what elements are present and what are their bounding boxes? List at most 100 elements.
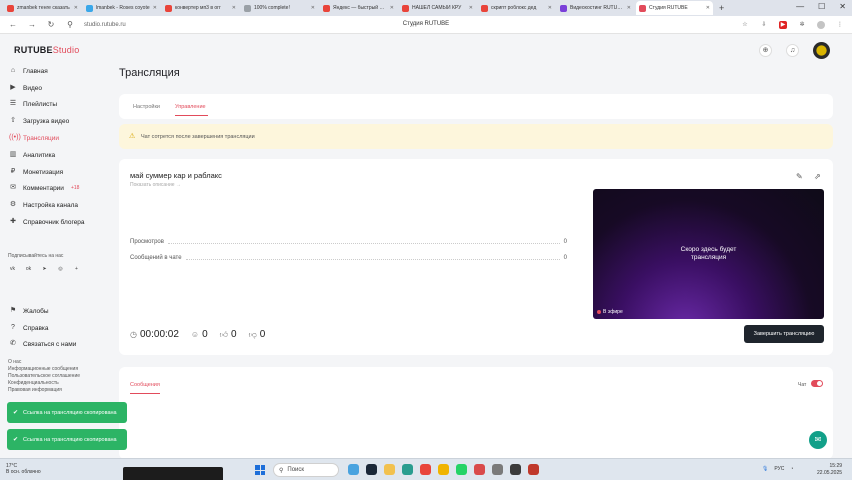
start-icon[interactable] [255, 465, 265, 475]
close-tab-icon[interactable]: ✕ [232, 5, 236, 11]
stream-title: май суммер кар и раблакс [130, 171, 222, 180]
widgets-icon[interactable] [348, 464, 359, 475]
browser-tab[interactable]: скрипт роблокс дед ✕ [478, 1, 555, 15]
close-tab-icon[interactable]: ✕ [390, 5, 394, 11]
browser-tab[interactable]: конвертер мп3 в огг ✕ [162, 1, 239, 15]
network-icon[interactable]: ◔ [790, 466, 793, 472]
stream-card: май суммер кар и раблакс Показать описан… [119, 159, 833, 355]
close-tab-icon[interactable]: ✕ [311, 5, 315, 11]
whatsapp-icon[interactable] [456, 464, 467, 475]
tab-control[interactable]: Управление [175, 104, 206, 110]
footer-link[interactable]: Информационные сообщения [8, 366, 80, 373]
system-tray: 🎙︎ РУС ◔ [762, 466, 793, 472]
chat-toggle[interactable] [811, 380, 823, 387]
viewers-count: ☺ 0 [190, 329, 208, 340]
viber-icon[interactable]: ◎ [56, 265, 65, 274]
ok-icon[interactable]: ok [24, 265, 33, 274]
sidebar-item[interactable]: ⚑ Жалобы [9, 306, 49, 316]
browser-tab[interactable]: НАШЁЛ САМЫЙ КРУ ✕ [399, 1, 476, 15]
vk-icon[interactable]: vk [8, 265, 17, 274]
stat-label: Просмотров [130, 239, 164, 245]
app-icon[interactable] [528, 464, 539, 475]
studio-app: RUTUBEStudio ⊕ ♫ ⌂ Главная ▶ Видео ☰ Плейлист… [0, 34, 852, 459]
mic-icon[interactable]: 🎙︎ [762, 466, 768, 472]
support-chat-icon[interactable]: ✉ [809, 431, 827, 449]
footer-links: О нас Информационные сообщения Пользовател… [8, 359, 80, 394]
sidebar-item[interactable]: ✚ Справочник блогера [9, 217, 84, 227]
footer-link[interactable]: Пользовательское соглашение [8, 373, 80, 380]
check-icon: ✔ [13, 437, 19, 443]
new-tab-icon[interactable]: + [719, 3, 724, 13]
close-tab-icon[interactable]: ✕ [153, 5, 157, 11]
close-tab-icon[interactable]: ✕ [706, 5, 710, 11]
tab-messages[interactable]: Сообщения [130, 382, 160, 388]
sidebar-item[interactable]: ((•)) Трансляции [9, 133, 59, 143]
browser-tab[interactable]: Яндекс — быстрый пои ✕ [320, 1, 397, 15]
sidebar-item[interactable]: ▶ Видео [9, 83, 42, 93]
tab-favicon [165, 4, 172, 12]
like-icon: 👍︎ [219, 329, 229, 339]
browser-tab[interactable]: Видеохостинг RUTUBE ✕ [557, 1, 634, 15]
dislike-icon: 👎︎ [248, 329, 257, 339]
stream-preview[interactable]: Скоро здесь будет трансляция В эфире [593, 189, 824, 319]
close-tab-icon[interactable]: ✕ [74, 5, 78, 11]
edge-icon[interactable] [402, 464, 413, 475]
app-icon[interactable] [492, 464, 503, 475]
tab-settings[interactable]: Настройки [133, 104, 160, 110]
close-tab-icon[interactable]: ✕ [469, 5, 473, 11]
sidebar-item-label: Жалобы [23, 307, 49, 315]
sidebar-item[interactable]: ⇧ Загрузка видео [9, 116, 69, 126]
dislikes-count: 👎︎ 0 [248, 329, 266, 340]
page-title: Трансляция [119, 67, 180, 79]
sidebar-item[interactable]: ₽ Монетизация [9, 167, 63, 177]
sidebar-item-label: Настройка канала [23, 201, 79, 209]
chrome-icon[interactable] [420, 464, 431, 475]
sidebar-item[interactable]: ⚙ Настройка канала [9, 200, 78, 210]
upload-top-icon[interactable]: ⊕ [759, 44, 772, 57]
app-icon[interactable] [474, 464, 485, 475]
preview-text: Скоро здесь будет трансляция [680, 246, 737, 261]
tab-favicon [7, 4, 14, 12]
open-external-icon[interactable]: ⇗ [814, 172, 821, 181]
avatar[interactable] [813, 42, 830, 59]
rutube-studio-logo[interactable]: RUTUBEStudio [14, 45, 79, 55]
sidebar-item[interactable]: ✉ Комментарии +18 [9, 183, 79, 193]
taskbar-search[interactable]: ⚲ Поиск [273, 463, 339, 477]
sidebar-item-label: Монетизация [23, 168, 64, 176]
language-indicator[interactable]: РУС [774, 466, 784, 472]
weather-widget[interactable]: 17°C В осн. облачно [6, 463, 41, 475]
telegram-icon[interactable]: ➤ [40, 265, 49, 274]
close-tab-icon[interactable]: ✕ [627, 5, 631, 11]
notifications-icon[interactable]: ♫ [786, 44, 799, 57]
more-socials-icon[interactable]: + [72, 265, 81, 274]
maximize-icon[interactable]: ☐ [818, 2, 825, 11]
footer-link[interactable]: Конфиденциальность [8, 380, 80, 387]
steam-icon[interactable] [366, 464, 377, 475]
sidebar-item[interactable]: ▥ Аналитика [9, 150, 56, 160]
browser-tab[interactable]: lmanbek - Roses coyote ✕ [83, 1, 160, 15]
browser-tab[interactable]: Студия RUTUBE ✕ [636, 1, 713, 15]
sidebar-item[interactable]: ✆ Связаться с нами [9, 339, 76, 349]
end-stream-button[interactable]: Завершить трансляцию [744, 325, 824, 343]
clock[interactable]: 15:29 22.05.2025 [817, 463, 842, 477]
footer-link[interactable]: О нас [8, 359, 80, 366]
chat-toggle-label: Чат [798, 382, 807, 388]
subscribe-title: Подписывайтесь на нас [8, 253, 64, 259]
sidebar-item[interactable]: ⌂ Главная [9, 66, 48, 76]
sidebar-item[interactable]: ? Справка [9, 323, 48, 333]
stat-row: Сообщений в чате 0 [130, 255, 567, 261]
close-window-icon[interactable]: ✕ [839, 2, 846, 11]
minimize-icon[interactable]: — [796, 2, 804, 11]
sidebar-item[interactable]: ☰ Плейлисты [9, 99, 57, 109]
explorer-icon[interactable] [384, 464, 395, 475]
window-thumbnail[interactable] [123, 467, 223, 480]
yandex-icon[interactable] [438, 464, 449, 475]
app-icon[interactable] [510, 464, 521, 475]
close-tab-icon[interactable]: ✕ [548, 5, 552, 11]
browser-tab[interactable]: zmanbek тенге сказать ✕ [4, 1, 81, 15]
sidebar-item-label: Главная [23, 67, 48, 75]
footer-link[interactable]: Правовая информация [8, 387, 80, 394]
show-description-link[interactable]: Показать описание → [130, 182, 181, 188]
edit-icon[interactable]: ✎ [796, 172, 803, 181]
browser-tab[interactable]: 100% complete! ✕ [241, 1, 318, 15]
